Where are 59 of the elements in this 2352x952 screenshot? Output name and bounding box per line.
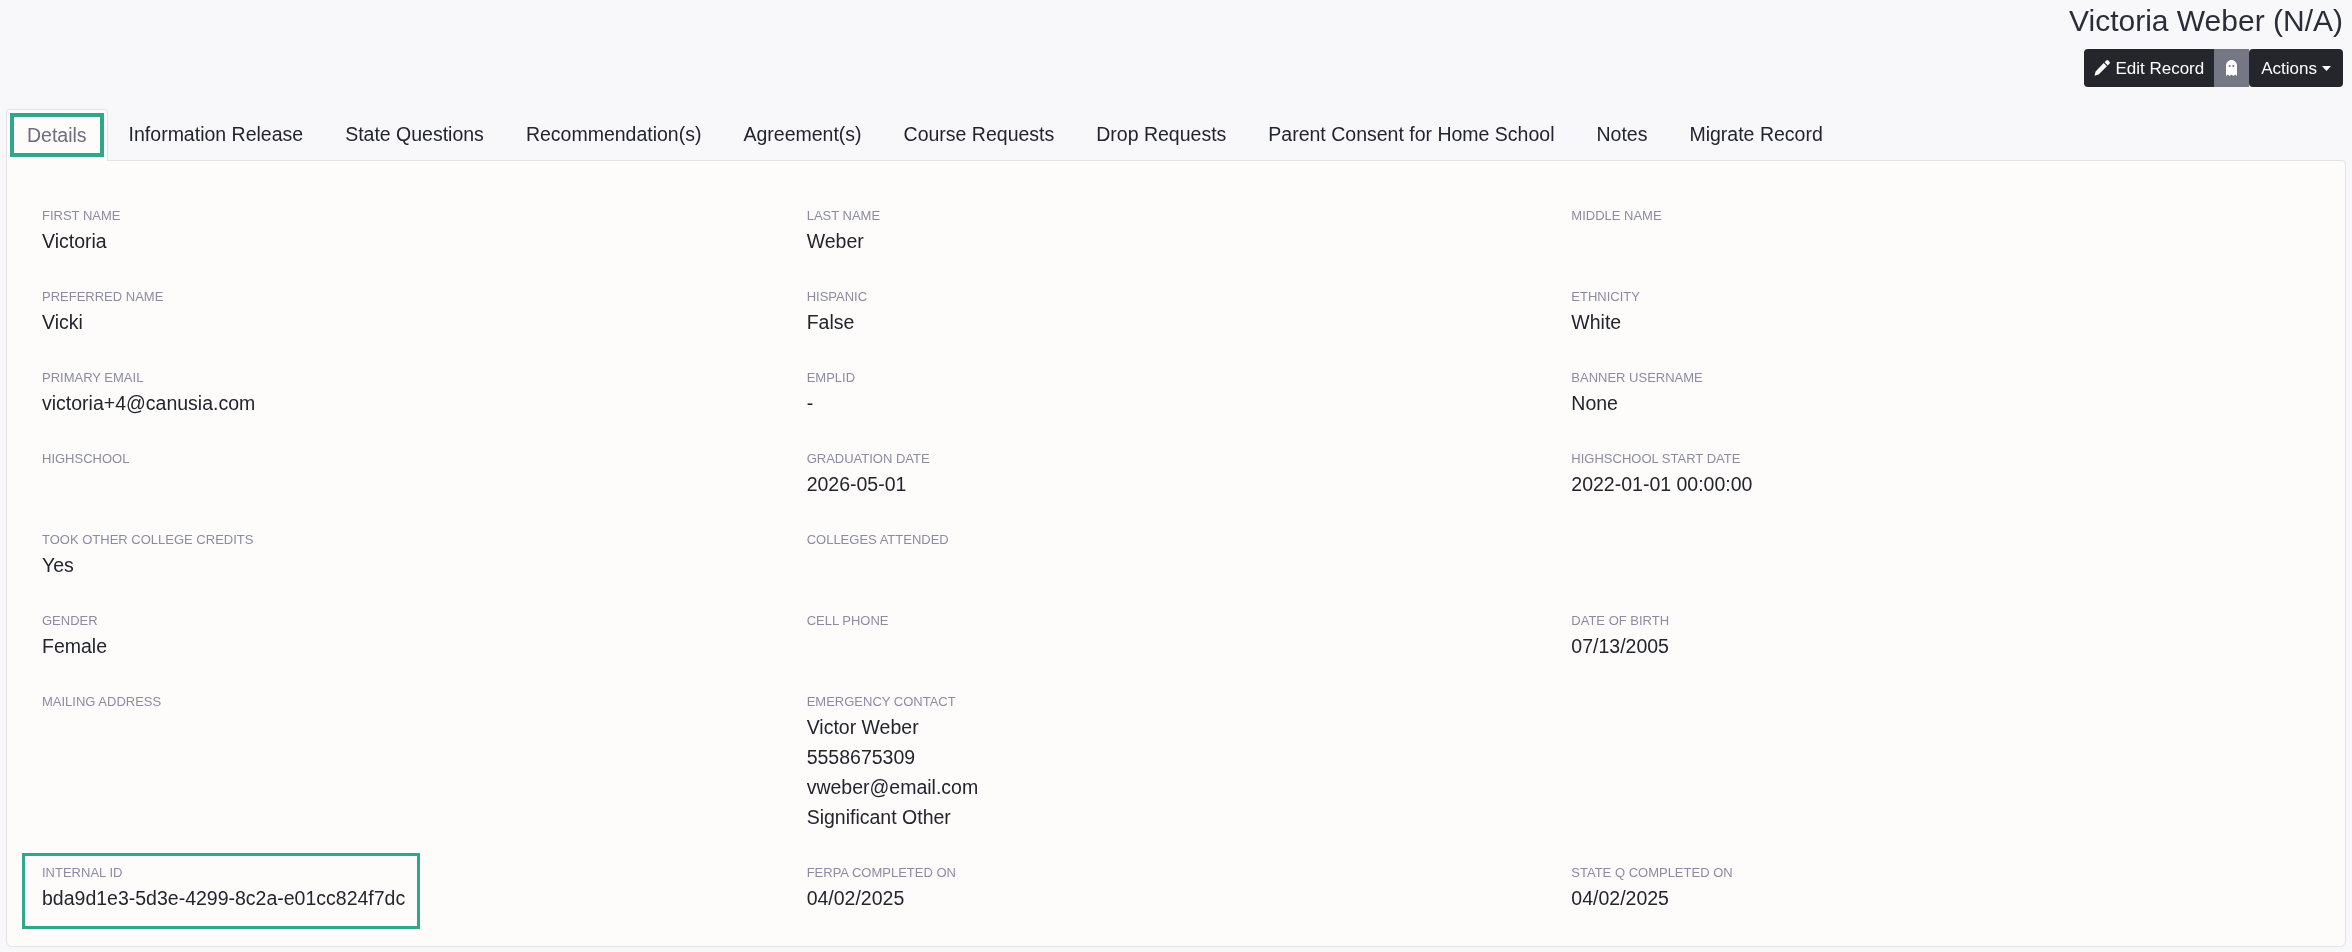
- ghost-icon: [2226, 60, 2238, 76]
- field-value: 2026-05-01: [806, 472, 908, 497]
- field-value: None: [1571, 391, 1619, 416]
- ghost-button[interactable]: [2214, 49, 2250, 87]
- field-label: PREFERRED NAME: [42, 288, 165, 306]
- tab[interactable]: Details: [6, 109, 108, 161]
- pencil-icon: [2094, 60, 2111, 76]
- field-value: Weber: [806, 229, 865, 254]
- tab[interactable]: Notes: [1575, 109, 1669, 160]
- field-value: bda9d1e3-5d3e-4299-8c2a-e01cc824f7dc: [42, 886, 406, 911]
- field-value: False: [806, 310, 856, 335]
- record-title: Victoria Weber (N/A): [2068, 3, 2343, 39]
- field-value: 07/13/2005: [1571, 634, 1670, 659]
- field-value: victoria+4@canusia.com: [42, 391, 257, 416]
- field-value: White: [1571, 310, 1623, 335]
- field-label: GENDER: [42, 612, 99, 630]
- field-label: HISPANIC: [806, 288, 869, 306]
- field-value: Significant Other: [806, 805, 952, 830]
- field-label: EMERGENCY CONTACT: [806, 693, 957, 711]
- field-value: Yes: [42, 553, 75, 578]
- field-value: vweber@email.com: [806, 775, 980, 800]
- tab[interactable]: State Questions: [324, 109, 505, 160]
- tab[interactable]: Recommendation(s): [504, 109, 723, 160]
- field-value: Victor Weber: [806, 715, 920, 740]
- field-label: HIGHSCHOOL: [42, 450, 131, 468]
- field-value: Vicki: [42, 310, 84, 335]
- tab[interactable]: Migrate Record: [1668, 109, 1844, 160]
- field-label: GRADUATION DATE: [806, 450, 931, 468]
- field-label: DATE OF BIRTH: [1571, 612, 1671, 630]
- edit-record-button[interactable]: Edit Record: [2084, 49, 2215, 87]
- caret-icon: [2322, 65, 2331, 71]
- field-label: COLLEGES ATTENDED: [806, 531, 950, 549]
- field-label: INTERNAL ID: [42, 864, 124, 882]
- field-label: FERPA COMPLETED ON: [806, 864, 957, 882]
- field-value: -: [806, 391, 815, 416]
- tab[interactable]: Information Release: [107, 109, 325, 160]
- field-value: 2022-01-01 00:00:00: [1571, 472, 1754, 497]
- field-value: Female: [42, 634, 109, 659]
- actions-button[interactable]: Actions: [2249, 49, 2343, 87]
- tab[interactable]: Parent Consent for Home School: [1247, 109, 1576, 160]
- field-label: STATE Q COMPLETED ON: [1571, 864, 1734, 882]
- field-value: 5558675309: [806, 745, 917, 770]
- field-label: PRIMARY EMAIL: [42, 369, 145, 387]
- field-label: LAST NAME: [806, 207, 882, 225]
- field-label: TOOK OTHER COLLEGE CREDITS: [42, 531, 255, 549]
- field-label: MAILING ADDRESS: [42, 693, 163, 711]
- field-label: MIDDLE NAME: [1571, 207, 1663, 225]
- field-label: EMPLID: [806, 369, 857, 387]
- field-label: FIRST NAME: [42, 207, 122, 225]
- field-label: HIGHSCHOOL START DATE: [1571, 450, 1742, 468]
- field-value: 04/02/2025: [1571, 886, 1670, 911]
- field-label: CELL PHONE: [806, 612, 890, 630]
- field-label: ETHNICITY: [1571, 288, 1641, 306]
- field-value: 04/02/2025: [806, 886, 906, 911]
- tab[interactable]: Drop Requests: [1075, 109, 1248, 160]
- field-label: BANNER USERNAME: [1571, 369, 1704, 387]
- field-value: Victoria: [42, 229, 108, 254]
- tab[interactable]: Agreement(s): [722, 109, 883, 160]
- tab[interactable]: Course Requests: [882, 109, 1076, 160]
